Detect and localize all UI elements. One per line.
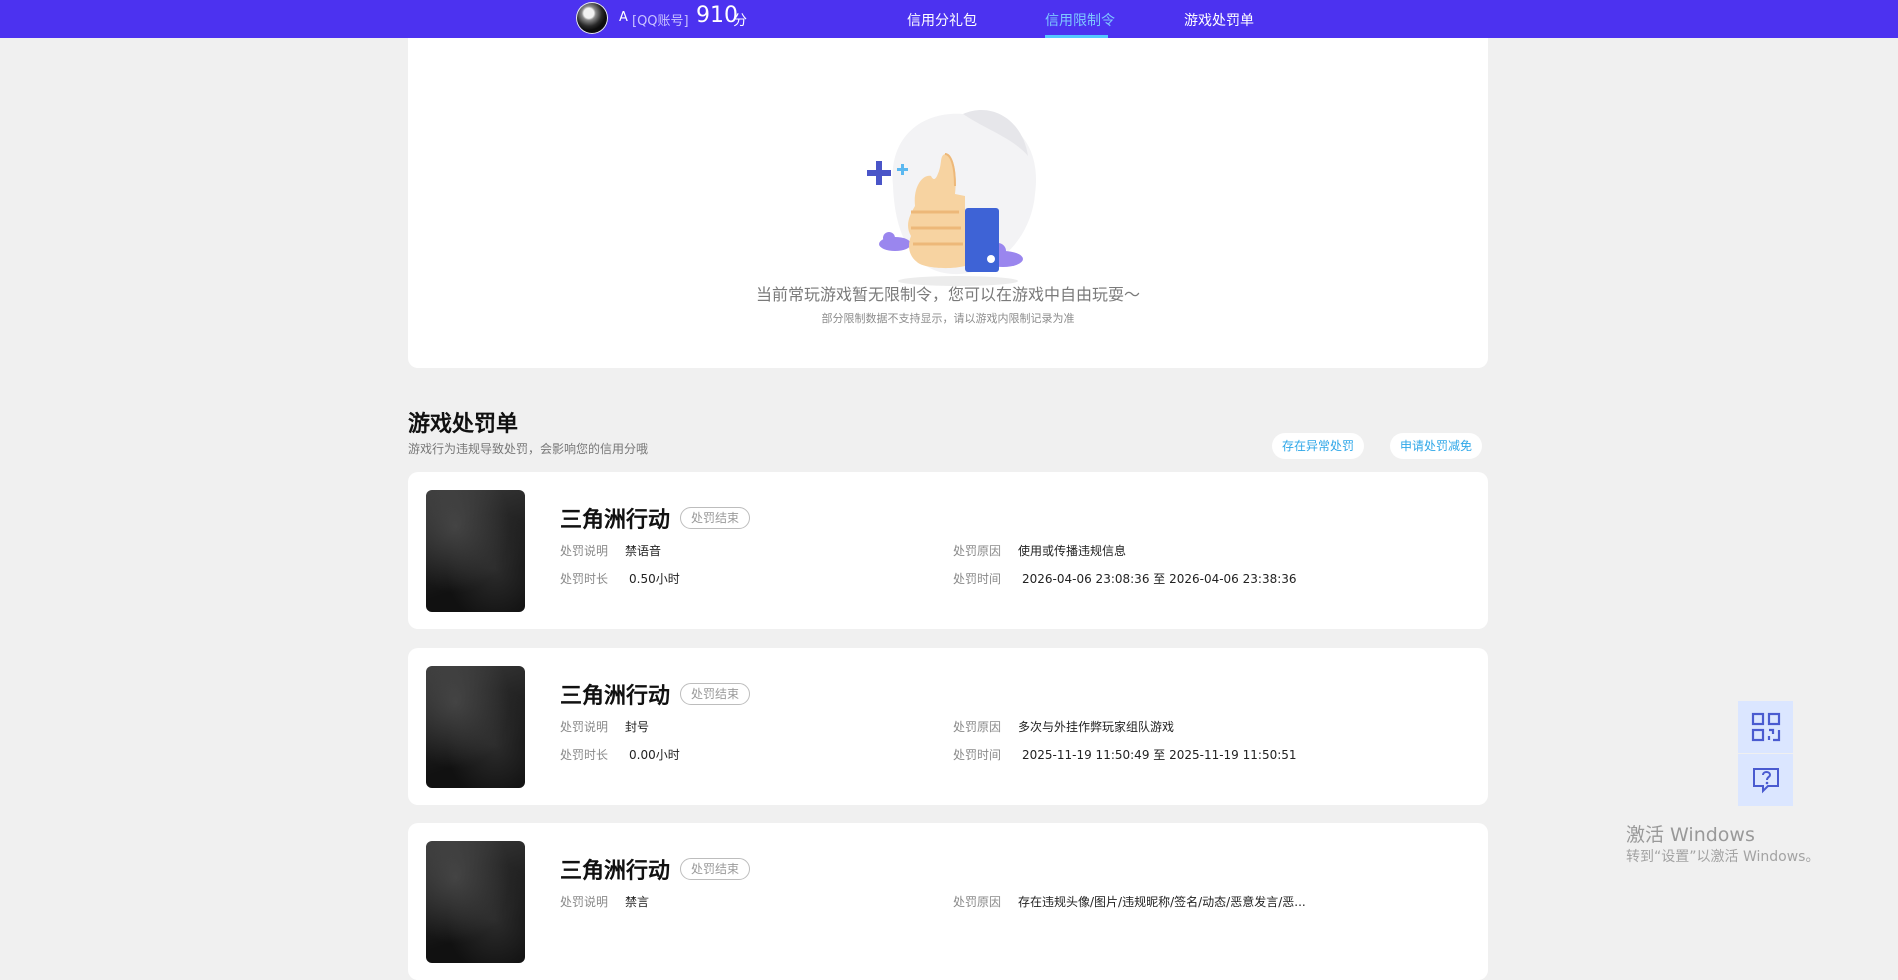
duration-label: 处罚时长 [560, 572, 609, 586]
empty-state-message: 当前常玩游戏暂无限制令，您可以在游戏中自由玩耍～ [755, 285, 1140, 304]
reason-label: 处罚原因 [953, 720, 1002, 734]
empty-state-note: 部分限制数据不支持显示，请以游戏内限制记录为准 [821, 312, 1075, 325]
account-type-label: [QQ账号] [632, 14, 689, 29]
game-thumbnail [426, 841, 525, 963]
section-subtitle: 游戏行为违规导致处罚，会影响您的信用分哦 [408, 442, 649, 456]
status-badge: 处罚结束 [680, 858, 751, 880]
description-value: 禁言 [625, 895, 650, 909]
credit-score: 910 [696, 3, 738, 28]
game-title: 三角洲行动 [560, 684, 671, 709]
status-badge: 处罚结束 [680, 683, 751, 705]
game-title: 三角洲行动 [560, 508, 671, 533]
description-label: 处罚说明 [560, 544, 609, 558]
time-label: 处罚时间 [953, 572, 1002, 586]
duration-value: 0.00小时 [629, 748, 680, 762]
apply-reduction-button[interactable]: 申请处罚减免 [1390, 433, 1483, 459]
restriction-panel: 当前常玩游戏暂无限制令，您可以在游戏中自由玩耍～ 部分限制数据不支持显示，请以游… [408, 38, 1488, 368]
help-button[interactable] [1738, 754, 1793, 806]
duration-label: 处罚时长 [560, 748, 609, 762]
tab-credit-restriction[interactable]: 信用限制令 [1045, 10, 1115, 30]
time-value: 2025-11-19 11:50:49 至 2025-11-19 11:50:5… [1022, 748, 1297, 762]
penalty-card[interactable]: 三角洲行动 处罚结束 处罚说明 禁言 处罚原因 存在违规头像/图片/违规昵称/签… [408, 823, 1488, 980]
reason-label: 处罚原因 [953, 544, 1002, 558]
game-thumbnail [426, 666, 525, 788]
time-value: 2026-04-06 23:08:36 至 2026-04-06 23:38:3… [1022, 572, 1297, 586]
reason-value: 多次与外挂作弊玩家组队游戏 [1018, 720, 1175, 734]
description-value: 封号 [625, 720, 650, 734]
penalty-card[interactable]: 三角洲行动 处罚结束 处罚说明 封号 处罚时长 0.00小时 处罚原因 多次与外… [408, 648, 1488, 805]
username: A [619, 10, 628, 25]
top-nav-bar: A [QQ账号] 910 分 信用分礼包 信用限制令 游戏处罚单 [0, 0, 1898, 38]
time-label: 处罚时间 [953, 748, 1002, 762]
description-label: 处罚说明 [560, 895, 609, 909]
duration-value: 0.50小时 [629, 572, 680, 586]
section-title: 游戏处罚单 [408, 412, 519, 437]
game-thumbnail [426, 490, 525, 612]
penalty-card[interactable]: 三角洲行动 处罚结束 处罚说明 禁语音 处罚时长 0.50小时 处罚原因 使用或… [408, 472, 1488, 629]
reason-label: 处罚原因 [953, 895, 1002, 909]
help-chat-icon [1752, 768, 1779, 794]
tab-credit-gift[interactable]: 信用分礼包 [907, 10, 977, 30]
windows-activation-hint: 转到“设置”以激活 Windows。 [1626, 849, 1820, 865]
reason-value: 存在违规头像/图片/违规昵称/签名/动态/恶意发言/恶... [1018, 895, 1306, 909]
tab-game-penalty[interactable]: 游戏处罚单 [1184, 10, 1254, 30]
windows-activation-title: 激活 Windows [1626, 824, 1755, 846]
user-avatar[interactable] [576, 2, 608, 34]
status-badge: 处罚结束 [680, 507, 751, 529]
description-value: 禁语音 [625, 544, 662, 558]
qr-code-icon [1751, 712, 1780, 742]
description-label: 处罚说明 [560, 720, 609, 734]
game-title: 三角洲行动 [560, 859, 671, 884]
qr-code-button[interactable] [1738, 701, 1793, 753]
abnormal-penalty-button[interactable]: 存在异常处罚 [1272, 433, 1365, 459]
credit-score-unit: 分 [733, 13, 747, 29]
thumbs-up-illustration [867, 110, 1037, 286]
reason-value: 使用或传播违规信息 [1018, 544, 1127, 558]
